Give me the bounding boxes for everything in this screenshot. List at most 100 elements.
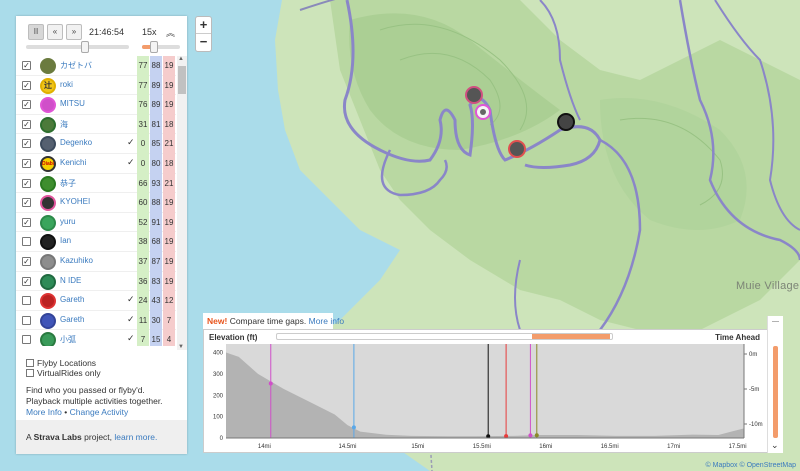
playback-timeline-slider[interactable]	[26, 41, 129, 53]
athlete-checkbox[interactable]: ✓	[22, 61, 31, 70]
chevron-down-icon[interactable]: ⌄	[771, 440, 779, 451]
zoom-in-button[interactable]: +	[196, 17, 211, 34]
athlete-avatar[interactable]	[40, 175, 56, 192]
athlete-avatar[interactable]	[40, 312, 56, 329]
athlete-name-link[interactable]: 小弧	[60, 334, 76, 345]
athlete-marker[interactable]	[475, 104, 491, 120]
athlete-name-link[interactable]: N IDE	[60, 276, 81, 285]
close-chart-icon[interactable]: —	[772, 318, 779, 325]
athlete-name-link[interactable]: roki	[60, 80, 73, 89]
athlete-row[interactable]: ✓ N IDE 36 83 19	[16, 271, 176, 292]
athlete-name-link[interactable]: MITSU	[60, 99, 85, 108]
athlete-name-link[interactable]: yuru	[60, 217, 76, 226]
athlete-avatar[interactable]	[40, 58, 56, 74]
athlete-position-dot[interactable]	[534, 433, 539, 438]
flyby-locations-checkbox[interactable]	[26, 359, 34, 367]
athlete-avatar[interactable]	[40, 136, 56, 153]
zoom-out-button[interactable]: −	[196, 34, 211, 51]
athlete-name-link[interactable]: 恭子	[60, 178, 76, 189]
athlete-row[interactable]: ✓ MITSU 76 89 19	[16, 95, 176, 115]
new-feature-more-info-link[interactable]: More info	[309, 316, 344, 326]
athlete-marker[interactable]	[557, 113, 575, 131]
athlete-checkbox[interactable]: ✓	[22, 80, 31, 90]
time-ahead-tick-label: -10m	[749, 422, 763, 428]
athlete-row[interactable]: Gareth ✓ 24 43 12	[16, 291, 176, 311]
athlete-checkbox[interactable]: ✓	[22, 178, 31, 188]
athlete-row[interactable]: ✓ Diablo Kenichi ✓ 0 80 18	[16, 153, 176, 174]
athlete-position-dot[interactable]	[351, 425, 356, 430]
slider-handle[interactable]	[149, 41, 158, 53]
athlete-row[interactable]: ✓ 辻 roki 77 89 19	[16, 75, 176, 96]
athlete-name-link[interactable]: Ian	[60, 236, 71, 245]
athlete-avatar[interactable]	[40, 195, 56, 212]
elevation-chart[interactable]: 0 100 200 300 400 14mi 14.5mi 15mi 15.5mi 16mi 16.…	[204, 330, 784, 454]
athlete-name-link[interactable]: Degenko	[60, 138, 92, 147]
athlete-checkbox[interactable]	[22, 315, 31, 325]
flyby-locations-option[interactable]: Flyby Locations	[26, 358, 96, 368]
more-info-link[interactable]: More Info	[26, 407, 62, 417]
scroll-up-icon[interactable]: ▲	[178, 56, 184, 62]
athlete-avatar[interactable]	[40, 97, 56, 114]
athlete-checkbox[interactable]: ✓	[22, 158, 31, 168]
athlete-name-link[interactable]: Kazuhiko	[60, 256, 93, 265]
pause-button[interactable]: II	[28, 24, 44, 40]
match-score: 76	[137, 95, 149, 115]
athlete-row[interactable]: ✓ カゼトバ 77 88 19	[16, 56, 176, 76]
overlap-score: 91	[150, 212, 162, 233]
athlete-avatar[interactable]	[40, 214, 56, 231]
athlete-checkbox[interactable]: ✓	[22, 217, 31, 227]
athlete-checkbox[interactable]: ✓	[22, 276, 31, 286]
athlete-row[interactable]: ✓ yuru 52 91 19	[16, 212, 176, 233]
athlete-list-scrollbar[interactable]: ▲ ▼	[177, 56, 187, 350]
athlete-name-link[interactable]: 海	[60, 119, 68, 130]
time-ahead-range[interactable]	[773, 346, 778, 438]
athlete-avatar[interactable]	[40, 332, 56, 346]
athlete-checkbox[interactable]	[22, 237, 31, 247]
athlete-avatar[interactable]: Diablo	[40, 155, 56, 172]
athlete-avatar[interactable]	[40, 234, 56, 251]
athlete-row[interactable]: 小弧 ✓ 7 15 4	[16, 330, 176, 346]
collapse-icon[interactable]: ︽	[166, 26, 175, 39]
virtual-rides-checkbox[interactable]	[26, 369, 34, 377]
learn-more-link[interactable]: learn more.	[114, 432, 157, 442]
rewind-button[interactable]: «	[47, 24, 63, 40]
athlete-row[interactable]: ✓ KYOHEI 60 88 19	[16, 193, 176, 213]
fast-forward-button[interactable]: »	[66, 24, 82, 40]
change-activity-link[interactable]: Change Activity	[70, 407, 129, 417]
athlete-row[interactable]: ✓ Kazuhiko 37 87 19	[16, 251, 176, 272]
athlete-avatar[interactable]	[40, 293, 56, 310]
athlete-checkbox[interactable]	[22, 296, 31, 306]
athlete-name-link[interactable]: Gareth	[60, 295, 84, 304]
athlete-marker[interactable]	[508, 140, 526, 158]
virtual-rides-option[interactable]: VirtualRides only	[26, 368, 101, 378]
athlete-row[interactable]: ✓ 海 31 81 18	[16, 114, 176, 135]
athlete-position-dot[interactable]	[528, 433, 533, 438]
athlete-avatar[interactable]	[40, 116, 56, 133]
athlete-checkbox[interactable]: ✓	[22, 100, 31, 110]
map-attribution[interactable]: © Mapbox © OpenStreetMap	[706, 462, 796, 469]
scrollbar-thumb[interactable]	[178, 66, 186, 94]
athlete-name-link[interactable]: Gareth	[60, 315, 84, 324]
scroll-down-icon[interactable]: ▼	[178, 344, 184, 350]
athlete-checkbox[interactable]: ✓	[22, 198, 31, 208]
athlete-avatar[interactable]	[40, 273, 56, 290]
athlete-checkbox[interactable]: ✓	[22, 256, 31, 266]
athlete-name-link[interactable]: KYOHEI	[60, 197, 90, 206]
athlete-name-link[interactable]: カゼトバ	[60, 60, 92, 71]
athlete-row[interactable]: ✓ 恭子 66 93 21	[16, 173, 176, 194]
athlete-position-dot[interactable]	[268, 381, 273, 386]
distance-value: 19	[163, 232, 175, 252]
athlete-checkbox[interactable]	[22, 335, 31, 345]
slider-handle[interactable]	[81, 41, 90, 53]
speed-slider[interactable]	[142, 41, 180, 53]
athlete-position-dot[interactable]	[504, 434, 509, 439]
athlete-marker[interactable]	[465, 86, 483, 104]
athlete-avatar[interactable]: 辻	[40, 77, 56, 94]
athlete-row[interactable]: Ian 38 68 19	[16, 232, 176, 252]
athlete-checkbox[interactable]: ✓	[22, 139, 31, 149]
athlete-row[interactable]: ✓ Degenko ✓ 0 85 21	[16, 134, 176, 154]
athlete-row[interactable]: Gareth ✓ 11 30 7	[16, 310, 176, 331]
athlete-name-link[interactable]: Kenichi	[60, 158, 86, 167]
athlete-avatar[interactable]	[40, 253, 56, 270]
athlete-checkbox[interactable]: ✓	[22, 119, 31, 129]
